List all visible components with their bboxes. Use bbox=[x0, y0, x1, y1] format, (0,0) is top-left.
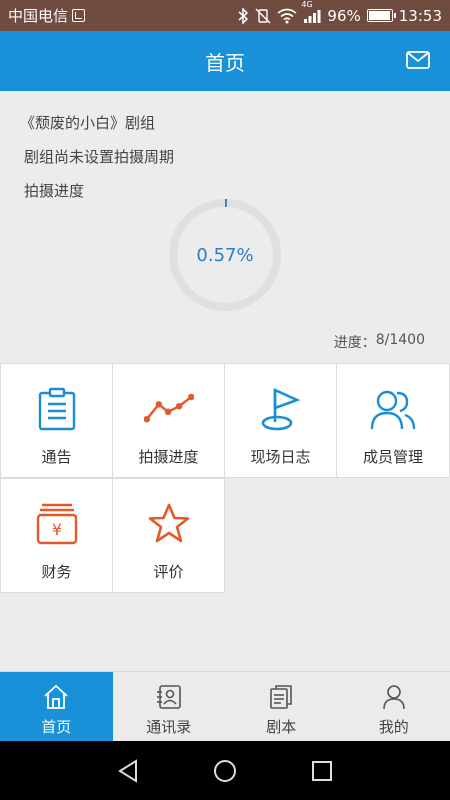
grid-item-finance[interactable]: ¥ 财务 bbox=[0, 478, 113, 593]
grid-item-label: 通告 bbox=[41, 448, 72, 466]
grid-item-label: 拍摄进度 bbox=[138, 448, 199, 466]
wifi-icon bbox=[277, 8, 297, 24]
grid-item-label: 财务 bbox=[41, 563, 72, 581]
clock: 13:53 bbox=[398, 6, 442, 25]
carrier-group: 中国电信 bbox=[8, 5, 86, 26]
mail-icon[interactable] bbox=[406, 51, 430, 71]
star-icon bbox=[144, 501, 194, 547]
tab-contacts[interactable]: 通讯录 bbox=[113, 672, 226, 741]
crew-info: 《颓废的小白》剧组 剧组尚未设置拍摄周期 拍摄进度 0.57% 进度： 8/14… bbox=[0, 91, 450, 363]
svg-text:¥: ¥ bbox=[51, 520, 61, 539]
wallet-yen-icon: ¥ bbox=[32, 501, 82, 547]
grid-item-label: 评价 bbox=[153, 563, 184, 581]
back-icon[interactable] bbox=[113, 756, 143, 786]
tab-label: 首页 bbox=[41, 718, 72, 736]
progress-heading: 拍摄进度 bbox=[24, 182, 85, 200]
home-icon bbox=[41, 682, 71, 712]
schedule-status: 剧组尚未设置拍摄周期 bbox=[24, 148, 175, 166]
grid-item-shooting-progress[interactable]: 拍摄进度 bbox=[112, 363, 225, 478]
page-title: 首页 bbox=[205, 50, 245, 75]
carrier-name: 中国电信 bbox=[8, 7, 69, 25]
contacts-icon bbox=[154, 682, 184, 712]
grid-item-label: 成员管理 bbox=[362, 448, 423, 466]
grid-item-site-log[interactable]: 现场日志 bbox=[224, 363, 337, 478]
grid-item-review[interactable]: 评价 bbox=[112, 478, 225, 593]
script-icon bbox=[266, 682, 296, 712]
tab-label: 剧本 bbox=[266, 718, 297, 736]
tab-profile[interactable]: 我的 bbox=[338, 672, 450, 741]
tab-home[interactable]: 首页 bbox=[0, 672, 113, 741]
battery-icon bbox=[366, 9, 396, 22]
clipboard-icon bbox=[32, 386, 82, 432]
trend-line-icon bbox=[143, 386, 194, 432]
progress-ring: 0.57% bbox=[167, 197, 283, 313]
bluetooth-icon bbox=[237, 7, 249, 24]
bottom-tab-bar: 首页 通讯录 剧本 我的 bbox=[0, 671, 450, 741]
status-icons: 4G 96% 13:53 bbox=[237, 0, 442, 25]
progress-count: 进度： 8/1400 bbox=[334, 332, 425, 352]
members-icon bbox=[368, 386, 418, 432]
grid-item-notice[interactable]: 通告 bbox=[0, 363, 113, 478]
grid-item-label: 现场日志 bbox=[250, 448, 311, 466]
battery-percent: 96% bbox=[327, 6, 361, 25]
recents-icon[interactable] bbox=[307, 756, 337, 786]
vibrate-off-icon bbox=[255, 8, 271, 24]
battery-fill bbox=[368, 11, 390, 20]
progress-value: 8/1400 bbox=[375, 332, 425, 348]
progress-caption: 进度： bbox=[333, 335, 376, 351]
grid-item-members[interactable]: 成员管理 bbox=[336, 363, 450, 478]
system-nav-bar bbox=[0, 741, 450, 800]
progress-percent: 0.57% bbox=[196, 244, 254, 266]
sim-icon bbox=[72, 9, 86, 22]
network-type: 4G bbox=[301, 0, 313, 9]
status-bar: 中国电信 4G 96% 13:53 bbox=[0, 0, 450, 31]
crew-name: 《颓废的小白》剧组 bbox=[20, 114, 156, 132]
app-header: 首页 bbox=[0, 31, 450, 91]
signal-icon: 4G bbox=[301, 0, 321, 24]
home-button-icon[interactable] bbox=[210, 756, 240, 786]
tab-label: 我的 bbox=[378, 718, 409, 736]
tab-label: 通讯录 bbox=[146, 718, 192, 736]
tab-script[interactable]: 剧本 bbox=[225, 672, 338, 741]
flag-icon bbox=[256, 386, 306, 432]
profile-icon bbox=[379, 682, 409, 712]
